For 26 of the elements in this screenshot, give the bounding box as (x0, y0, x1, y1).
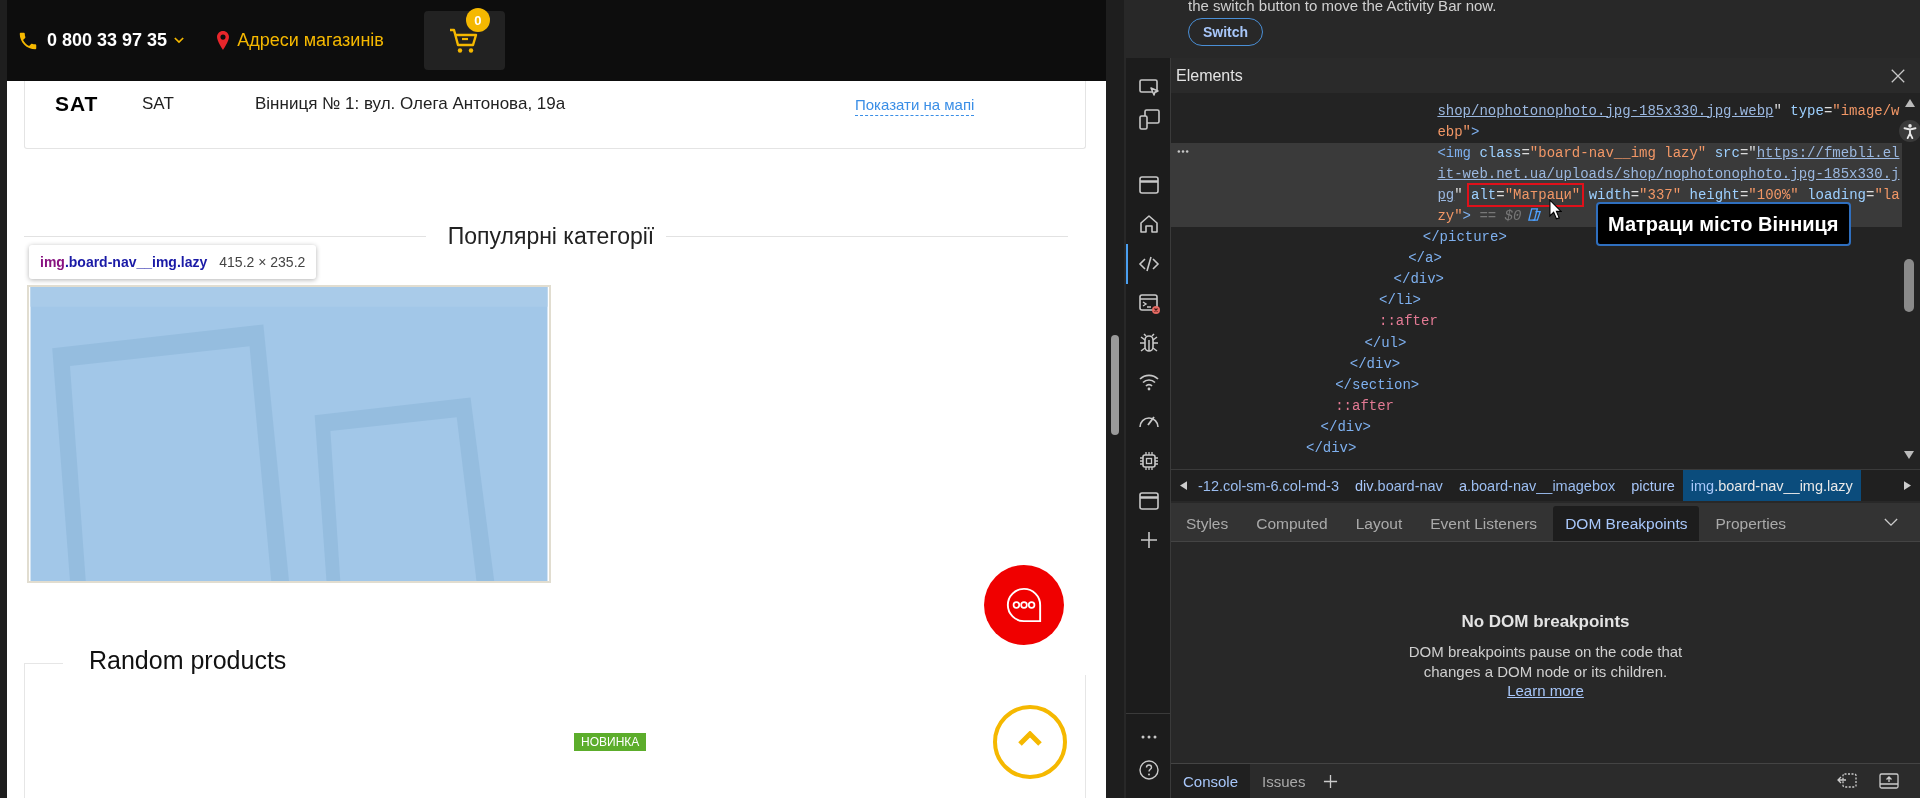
store-logo: SAT (55, 92, 100, 116)
empty-state-title: No DOM breakpoints (1461, 612, 1630, 632)
store-name: SAT (142, 93, 175, 115)
code-line: </div> (1393, 270, 1445, 290)
section-title: Популярні категорії (446, 222, 656, 250)
attribute-tooltip: Матраци місто Вінниця (1596, 202, 1851, 246)
code-line: </ul> (1364, 333, 1408, 353)
store-address: Вінниця № 1: вул. Олега Антонова, 19а (255, 93, 567, 115)
code-line: </div> (1320, 417, 1372, 437)
code-line: </div> (1306, 439, 1358, 458)
code-line: ::after (1379, 312, 1439, 332)
code-line: </div> (1349, 354, 1402, 374)
section-title: Random products (89, 645, 287, 675)
empty-state-text: DOM breakpoints pause on the code that changes a DOM node or its children. Learn more (1407, 642, 1684, 701)
notice-text: the switch button to move the Activity Bar now. (1188, 0, 1497, 14)
code-line: </picture> (1422, 228, 1508, 248)
code-line: </a> (1408, 249, 1443, 269)
new-badge: НОВИНКА (574, 733, 647, 751)
code-line: </li> (1379, 291, 1422, 311)
code-line: </section> (1335, 375, 1421, 395)
code-line: ::after (1335, 396, 1395, 416)
element-selector: img.board-nav__img.lazy (40, 254, 208, 270)
code-line: shop/nophotonophoto.jpg-185x330.jpg.webp" type="image/webp"> (1437, 101, 1901, 142)
panel-title: Elements (1176, 66, 1243, 85)
cart-count-badge: 0 (465, 8, 490, 32)
element-size: 415.2 × 235.2 (219, 254, 306, 270)
